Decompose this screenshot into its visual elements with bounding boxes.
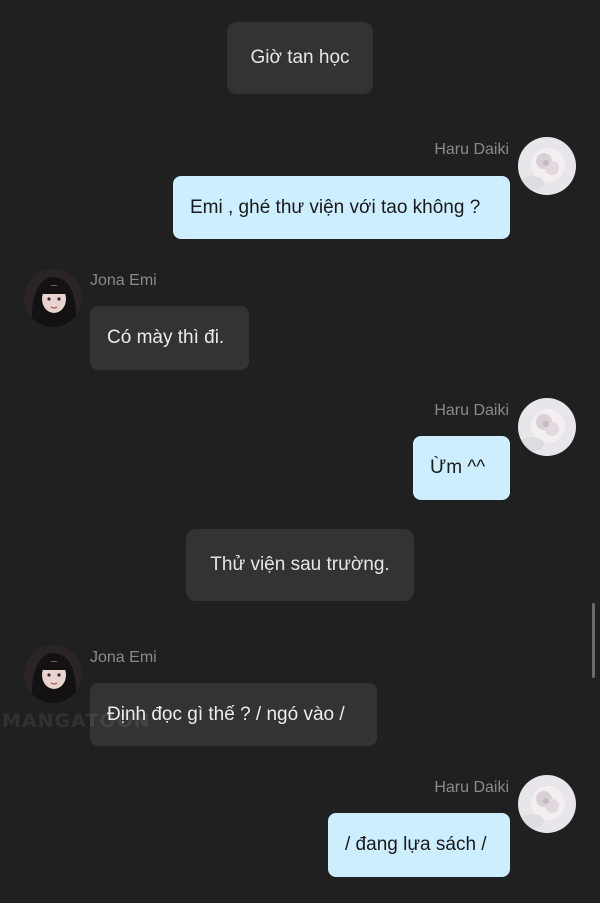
sender-name: Haru Daiki <box>434 141 509 158</box>
flower-avatar-image <box>518 775 576 833</box>
message-bubble-outgoing[interactable]: Ừm ^^ <box>413 436 510 500</box>
message-text: Có mày thì đi. <box>107 327 225 348</box>
girl-avatar-image <box>24 269 82 327</box>
flower-avatar-image <box>518 398 576 456</box>
flower-avatar-image <box>518 137 576 195</box>
narration-text: Thử viện sau trường. <box>210 554 390 575</box>
message-text: / đang lựa sách / <box>345 834 487 855</box>
narration-bubble: Giờ tan học <box>227 22 373 94</box>
emi-avatar[interactable] <box>24 269 82 327</box>
narration-bubble: Thử viện sau trường. <box>186 529 414 601</box>
narration-text: Giờ tan học <box>250 47 350 68</box>
girl-avatar-image <box>24 645 82 703</box>
message-text: Emi , ghé thư viện với tao không ? <box>190 196 481 218</box>
sender-name: Haru Daiki <box>434 779 509 796</box>
haru-avatar[interactable] <box>518 398 576 456</box>
message-bubble-outgoing[interactable]: / đang lựa sách / <box>328 813 510 877</box>
message-text: Ừm ^^ <box>430 457 486 478</box>
sender-name: Jona Emi <box>90 649 157 666</box>
haru-avatar[interactable] <box>518 137 576 195</box>
message-bubble-outgoing[interactable]: Emi , ghé thư viện với tao không ? <box>173 176 510 239</box>
emi-avatar[interactable] <box>24 645 82 703</box>
message-bubble-incoming[interactable]: Có mày thì đi. <box>90 306 249 370</box>
haru-avatar[interactable] <box>518 775 576 833</box>
scrollbar[interactable] <box>592 603 595 678</box>
watermark: MANGATOON <box>2 710 151 732</box>
sender-name: Jona Emi <box>90 272 157 289</box>
sender-name: Haru Daiki <box>434 402 509 419</box>
chat-screen[interactable]: Giờ tan học Haru Daiki Emi , ghé thư việ… <box>0 0 600 903</box>
